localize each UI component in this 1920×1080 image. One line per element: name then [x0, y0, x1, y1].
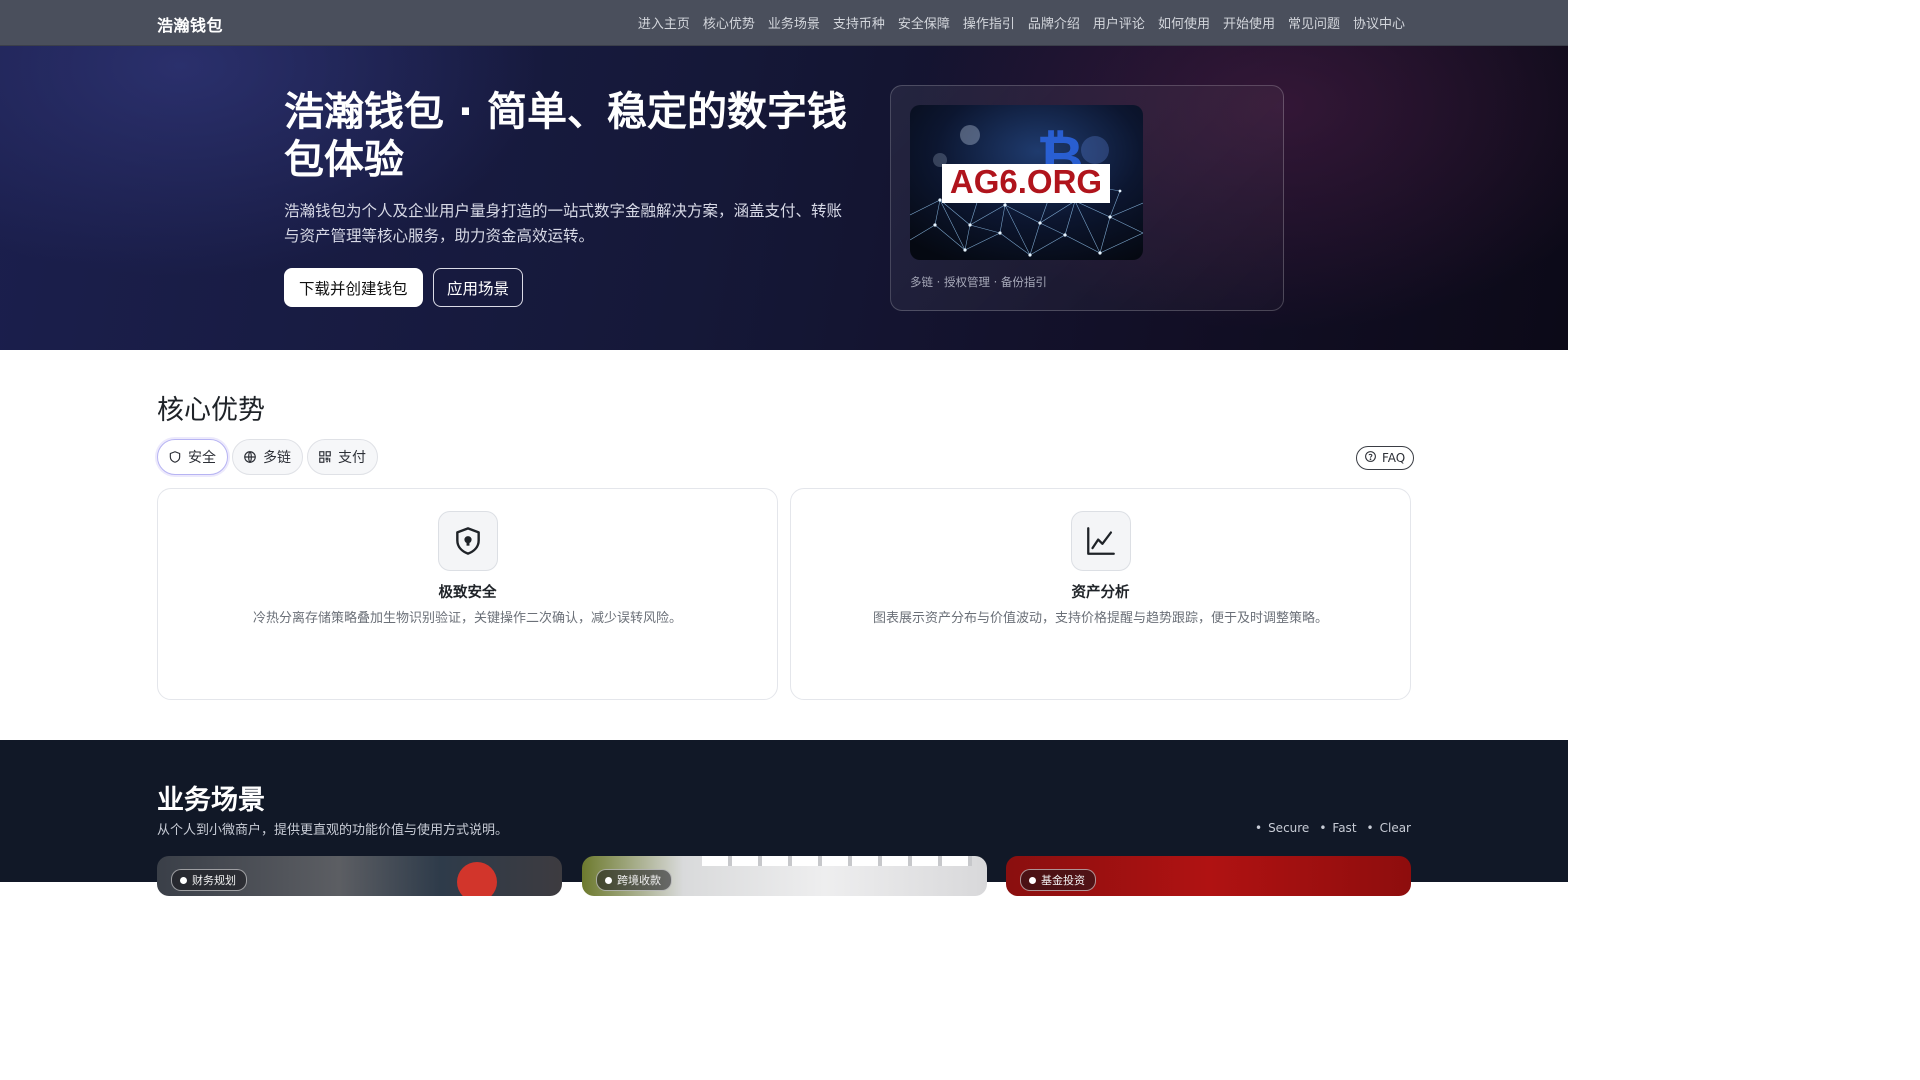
help-circle-icon	[1364, 450, 1377, 466]
scenes-subtitle: 从个人到小微商户，提供更直观的功能价值与使用方式说明。	[157, 823, 509, 838]
scenes-title: 业务场景	[157, 785, 265, 816]
advantages-title: 核心优势	[157, 395, 265, 426]
shield-lock-icon	[437, 511, 498, 571]
chip-multichain[interactable]: 多链	[232, 439, 303, 475]
faq-label: FAQ	[1382, 451, 1406, 465]
feature-card-analytics: 资产分析 图表展示资产分布与价值波动，支持价格提醒与趋势跟踪，便于及时调整策略。	[790, 488, 1411, 700]
globe-icon	[243, 450, 257, 464]
hero-title: 浩瀚钱包 · 简单、稳定的数字钱包体验	[284, 89, 848, 183]
scene-badge: 财务规划	[171, 869, 247, 891]
hero-crypto-image: ₿ AG6.ORG	[910, 105, 1143, 260]
keyboard-decoration	[702, 856, 972, 866]
nav-link-agreements[interactable]: 协议中心	[1353, 13, 1405, 32]
scene-badge: 跨境收款	[596, 869, 672, 891]
nav-link-currencies[interactable]: 支持币种	[833, 13, 885, 32]
feature-card-title: 资产分析	[1071, 585, 1130, 601]
chip-payment-label: 支付	[338, 450, 366, 466]
line-chart-icon	[1070, 511, 1131, 571]
nav-link-reviews[interactable]: 用户评论	[1093, 13, 1145, 32]
nav-link-how-to-use[interactable]: 如何使用	[1158, 13, 1210, 32]
nav-link-security[interactable]: 安全保障	[898, 13, 950, 32]
scenes-section: 业务场景 从个人到小微商户，提供更直观的功能价值与使用方式说明。 Secure …	[0, 740, 1568, 896]
tag-clear: Clear	[1367, 821, 1411, 835]
chip-security[interactable]: 安全	[157, 439, 228, 475]
scenes-tags: Secure Fast Clear	[1255, 821, 1411, 835]
download-create-wallet-button[interactable]: 下载并创建钱包	[284, 268, 423, 307]
chip-security-label: 安全	[188, 450, 216, 466]
hero-card: ₿ AG6.ORG 多链 · 授权管理 · 备份指引	[890, 85, 1284, 311]
chip-multichain-label: 多链	[263, 450, 291, 466]
feature-card-description: 图表展示资产分布与价值波动，支持价格提醒与趋势跟踪，便于及时调整策略。	[872, 611, 1328, 626]
faq-button[interactable]: FAQ	[1356, 446, 1415, 470]
nav-link-faq[interactable]: 常见问题	[1288, 13, 1340, 32]
qr-code-icon	[318, 450, 332, 464]
nav-link-advantages[interactable]: 核心优势	[703, 13, 755, 32]
hero-section: 浩瀚钱包 · 简单、稳定的数字钱包体验 浩瀚钱包为个人及企业用户量身打造的一站式…	[0, 46, 1568, 350]
scene-card-fund-investment[interactable]: 基金投资	[1006, 856, 1411, 896]
tag-fast: Fast	[1319, 821, 1356, 835]
use-cases-button[interactable]: 应用场景	[433, 268, 524, 307]
top-nav: 浩瀚钱包 进入主页 核心优势 业务场景 支持币种 安全保障 操作指引 品牌介绍 …	[0, 0, 1568, 46]
brand-logo[interactable]: 浩瀚钱包	[157, 12, 223, 36]
tag-secure: Secure	[1255, 821, 1309, 835]
nav-link-scenes[interactable]: 业务场景	[768, 13, 820, 32]
scene-card-financial-planning[interactable]: 财务规划	[157, 856, 562, 896]
feature-card-title: 极致安全	[438, 585, 497, 601]
hero-description: 浩瀚钱包为个人及企业用户量身打造的一站式数字金融解决方案，涵盖支付、转账与资产管…	[284, 202, 843, 245]
nav-link-home[interactable]: 进入主页	[638, 13, 690, 32]
nav-links: 进入主页 核心优势 业务场景 支持币种 安全保障 操作指引 品牌介绍 用户评论 …	[638, 0, 1405, 45]
scene-image-decoration	[457, 862, 497, 896]
scene-card-cross-border[interactable]: 跨境收款	[582, 856, 987, 896]
hero-image-text: AG6.ORG	[950, 163, 1102, 200]
chip-payment[interactable]: 支付	[307, 439, 378, 475]
feature-card-security: 极致安全 冷热分离存储策略叠加生物识别验证，关键操作二次确认，减少误转风险。	[157, 488, 778, 700]
feature-card-description: 冷热分离存储策略叠加生物识别验证，关键操作二次确认，减少误转风险。	[252, 611, 682, 626]
nav-link-brand[interactable]: 品牌介绍	[1028, 13, 1080, 32]
hero-card-caption: 多链 · 授权管理 · 备份指引	[910, 275, 1047, 289]
shield-icon	[168, 450, 182, 464]
nav-link-get-started[interactable]: 开始使用	[1223, 13, 1275, 32]
nav-link-guide[interactable]: 操作指引	[963, 13, 1015, 32]
scene-badge: 基金投资	[1020, 869, 1096, 891]
